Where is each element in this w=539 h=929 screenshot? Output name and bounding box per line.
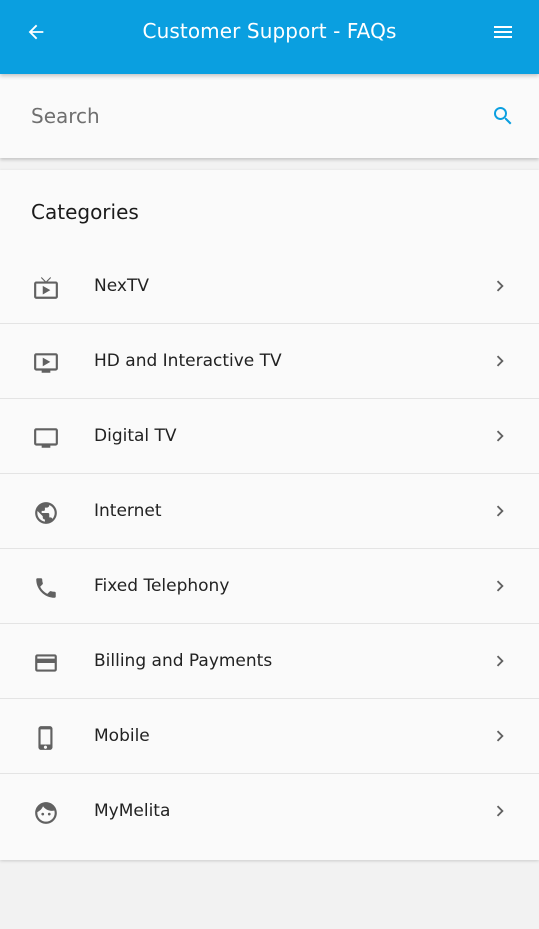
play-screen-icon (32, 349, 60, 377)
credit-card-icon (32, 649, 60, 677)
categories-heading: Categories (31, 200, 139, 224)
menu-button[interactable] (489, 18, 517, 46)
chevron-right-icon (489, 500, 511, 522)
hamburger-menu-icon (494, 26, 512, 38)
category-item-internet[interactable]: Internet (0, 474, 539, 549)
chevron-right-icon (489, 350, 511, 372)
chevron-right-icon (489, 800, 511, 822)
category-label: Mobile (94, 726, 150, 746)
chevron-right-icon (489, 575, 511, 597)
category-item-mobile[interactable]: Mobile (0, 699, 539, 774)
category-label: Digital TV (94, 426, 177, 446)
categories-card: Categories NexTV HD and Interactive TV D… (0, 170, 539, 860)
category-list: NexTV HD and Interactive TV Digital TV I… (0, 249, 539, 849)
category-label: Internet (94, 501, 162, 521)
chevron-right-icon (489, 425, 511, 447)
category-item-digital-tv[interactable]: Digital TV (0, 399, 539, 474)
chevron-right-icon (489, 725, 511, 747)
smartphone-icon (32, 724, 60, 752)
category-label: MyMelita (94, 801, 171, 821)
category-label: Fixed Telephony (94, 576, 230, 596)
app-bar: Customer Support - FAQs (0, 0, 539, 74)
category-label: HD and Interactive TV (94, 351, 282, 371)
category-item-billing-payments[interactable]: Billing and Payments (0, 624, 539, 699)
category-label: Billing and Payments (94, 651, 273, 671)
search-button[interactable] (489, 102, 517, 130)
category-item-fixed-telephony[interactable]: Fixed Telephony (0, 549, 539, 624)
chevron-right-icon (489, 275, 511, 297)
search-icon (494, 107, 512, 125)
search-input[interactable] (31, 96, 461, 136)
tv-antenna-icon (32, 274, 60, 302)
category-item-hd-interactive-tv[interactable]: HD and Interactive TV (0, 324, 539, 399)
category-item-nextv[interactable]: NexTV (0, 249, 539, 324)
search-bar (0, 74, 539, 158)
monitor-icon (32, 424, 60, 452)
category-label: NexTV (94, 276, 149, 296)
phone-icon (32, 574, 60, 602)
face-icon (32, 799, 60, 827)
category-item-mymelita[interactable]: MyMelita (0, 774, 539, 849)
page-title: Customer Support - FAQs (142, 19, 397, 43)
chevron-right-icon (489, 650, 511, 672)
globe-icon (32, 499, 60, 527)
